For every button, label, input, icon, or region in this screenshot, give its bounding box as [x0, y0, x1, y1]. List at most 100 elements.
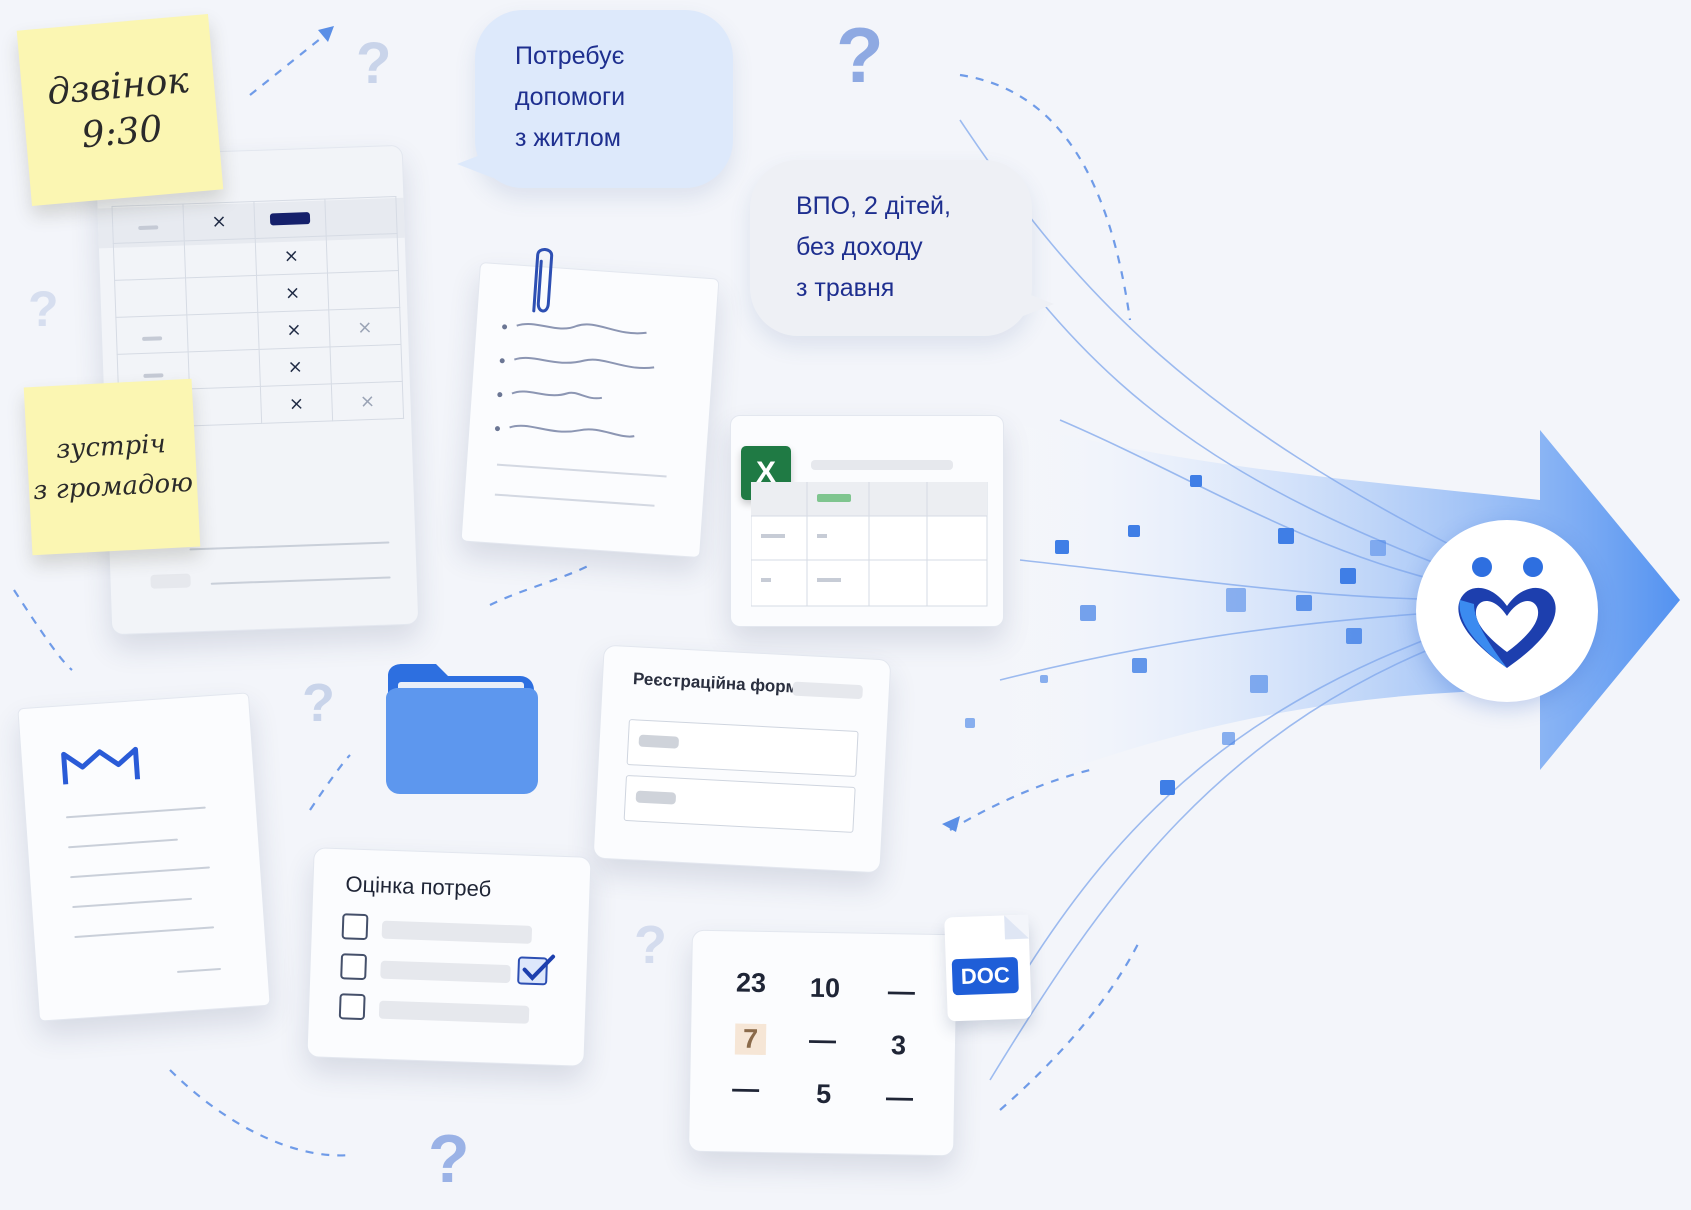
number-cell: —: [887, 976, 916, 1007]
spreadsheet-cell: [189, 386, 262, 426]
needs-item-bar: [378, 1000, 530, 1024]
checkmark-icon: [517, 954, 556, 986]
excel-grid: [751, 482, 988, 607]
spreadsheet-footer-line: [189, 541, 390, 551]
spreadsheet-cell: [324, 196, 398, 236]
question-mark-icon: ?: [28, 281, 59, 337]
illustration-stage: × × × × × × × × дзвінок 9:30 зустріч з громадою…: [0, 0, 1691, 1210]
dashed-arrowhead: [318, 26, 334, 42]
spreadsheet-cell: [330, 344, 403, 384]
registration-field-1: [626, 719, 859, 778]
data-square: [1370, 540, 1386, 556]
bubble-housing-line3: з житлом: [515, 124, 621, 152]
letter-line: [65, 806, 206, 819]
spreadsheet-cell: [113, 240, 186, 281]
spreadsheet-cell: [112, 203, 185, 244]
data-square: [1222, 732, 1235, 745]
letter-line: [68, 838, 178, 849]
bubble-tail: [1018, 290, 1054, 318]
spreadsheet-footer-line: [210, 576, 391, 585]
spreadsheet-cell: ×: [259, 346, 332, 387]
paperclip-icon: [532, 247, 554, 313]
filled-cell-bar: [269, 211, 311, 225]
data-square: [1340, 568, 1356, 584]
spreadsheet-cell: [327, 270, 400, 310]
number-cell: 10: [809, 972, 841, 1004]
heart-people-logo-icon: [1458, 557, 1556, 668]
needs-checkbox-2[interactable]: [340, 953, 368, 981]
data-square: [1278, 528, 1294, 544]
registration-field-2: [623, 774, 856, 833]
cross-mark: ×: [356, 316, 373, 338]
cross-mark: ×: [287, 355, 304, 378]
number-cell: —: [731, 1073, 760, 1104]
question-mark-icon: ?: [836, 11, 884, 99]
bubble-housing-line2: допомоги: [515, 83, 626, 111]
cross-mark: ×: [284, 281, 301, 304]
cross-mark: ×: [288, 392, 305, 415]
needs-checkbox-1[interactable]: [341, 913, 369, 941]
cross-mark: ×: [359, 390, 376, 412]
letter-line: [72, 897, 193, 909]
data-square: [1226, 588, 1246, 612]
number-cell: —: [808, 1024, 837, 1056]
excel-title-bar: [811, 460, 953, 470]
data-square: [1160, 780, 1175, 795]
cross-mark: ×: [211, 210, 227, 232]
spreadsheet-cell: [115, 314, 189, 355]
folder-icon: [386, 664, 538, 794]
spreadsheet-cell: [326, 233, 399, 273]
spreadsheet-cell: ×: [256, 272, 329, 313]
data-square: [1132, 658, 1147, 673]
spreadsheet-cell: ×: [182, 201, 256, 241]
number-cell: —: [885, 1082, 914, 1113]
brand-logo-circle: [1416, 520, 1598, 702]
spreadsheet-footer-block: [150, 573, 191, 589]
numbers-card: 23 10 — 7 — 3 — 5 —: [688, 929, 958, 1157]
cell-placeholder: [138, 224, 159, 230]
letter-line: [74, 926, 215, 939]
doc-fold: [1004, 914, 1029, 940]
question-mark-icon: ?: [356, 31, 392, 96]
spreadsheet-cell: [185, 275, 258, 315]
number-cell: 5: [815, 1078, 832, 1110]
question-mark-icon: ?: [634, 915, 667, 975]
sticky-note-meeting: зустріч з громадою: [23, 378, 201, 556]
question-mark-icon: ?: [302, 673, 335, 733]
data-square: [1080, 605, 1096, 621]
data-square: [1040, 675, 1048, 683]
needs-assessment-card: Оцінка потреб: [306, 847, 592, 1067]
spreadsheet-cell: [186, 312, 260, 352]
spreadsheet-cell: [188, 349, 261, 389]
bubble-idp-line2: без доходу: [796, 233, 923, 261]
bubble-tail: [457, 150, 493, 178]
data-square: [1296, 595, 1312, 611]
sticky-note-meeting-line2: з громадою: [32, 467, 194, 507]
needs-checkbox-3[interactable]: [338, 993, 366, 1021]
needs-item-bar: [381, 920, 533, 944]
cell-placeholder: [142, 335, 163, 341]
cell-placeholder: [143, 372, 164, 378]
data-square: [1128, 525, 1140, 537]
mail-logo-icon: [61, 746, 141, 785]
doc-file-icon: DOC: [944, 914, 1032, 1022]
handwritten-note-card: [460, 247, 720, 559]
number-cell: 3: [890, 1030, 907, 1061]
question-mark-icon: ?: [428, 1121, 470, 1197]
excel-card: X: [730, 415, 1004, 627]
registration-form-card: Реєстраційна форма: [592, 644, 892, 874]
data-square: [1250, 675, 1268, 693]
cross-mark: ×: [286, 318, 302, 341]
letter-line: [70, 866, 210, 879]
letter-line: [177, 967, 222, 973]
number-cell: 23: [735, 967, 767, 998]
spreadsheet-cell: ×: [260, 383, 333, 424]
needs-assessment-title: Оцінка потреб: [345, 871, 492, 902]
spreadsheet-cell: [114, 277, 187, 318]
spreadsheet-cell: ×: [328, 307, 401, 347]
speech-bubble-idp: ВПО, 2 дітей, без доходу з травня: [750, 160, 1054, 336]
spreadsheet-cell: ×: [257, 309, 331, 350]
data-square: [1055, 540, 1069, 554]
registration-form-title: Реєстраційна форма: [632, 669, 808, 698]
data-square: [1346, 628, 1362, 644]
